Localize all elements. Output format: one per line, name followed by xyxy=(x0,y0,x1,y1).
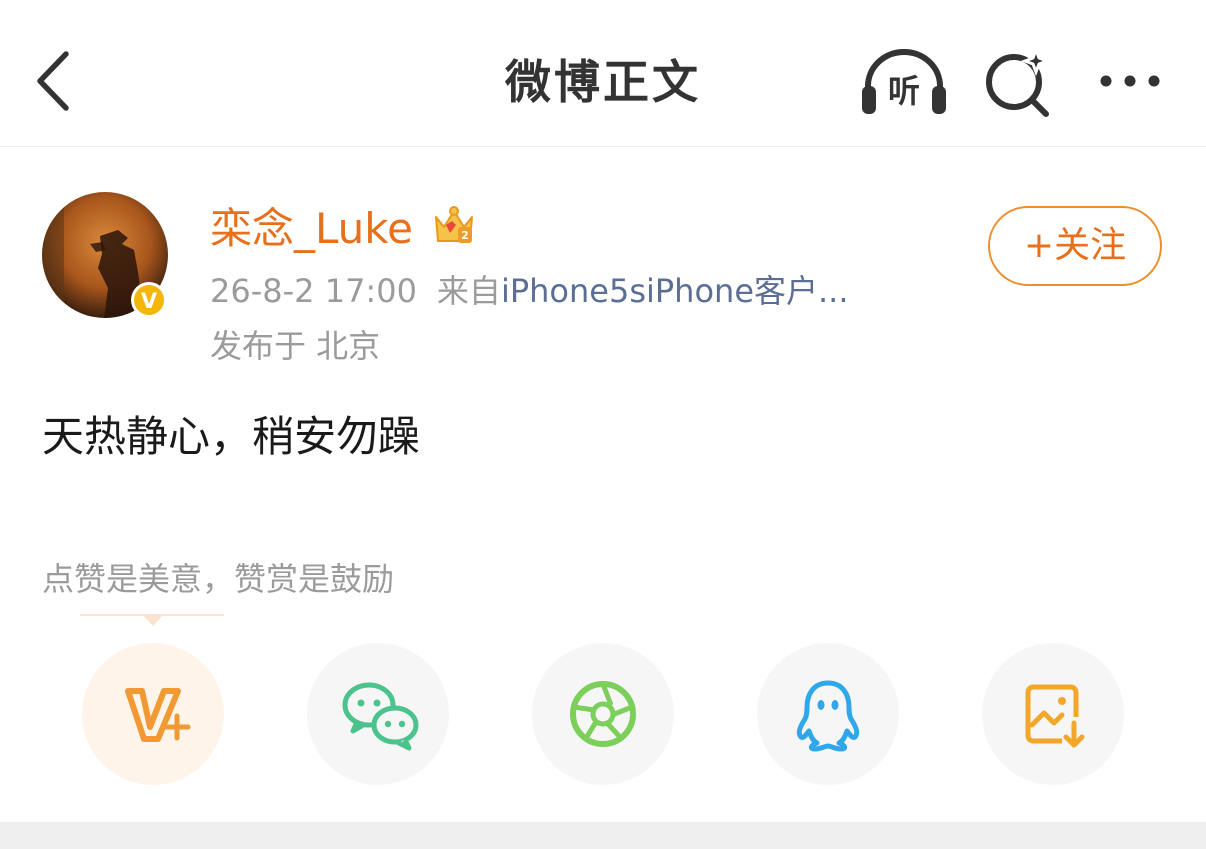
source-prefix: 来自 xyxy=(436,272,501,310)
post-meta: 26-8-2 17:00 来自iPhone5siPhone客户... xyxy=(210,270,849,312)
share-qq-button[interactable] xyxy=(757,643,899,785)
moments-icon xyxy=(570,681,636,747)
post-location: 发布于 北京 xyxy=(210,327,381,365)
search-button[interactable] xyxy=(980,45,1056,118)
svg-text:2: 2 xyxy=(461,229,469,242)
reward-v-plus-icon xyxy=(125,688,191,742)
verified-mark: V xyxy=(141,289,158,313)
author-name[interactable]: 栾念_Luke xyxy=(210,203,413,255)
listen-button[interactable]: 听 xyxy=(858,46,950,118)
top-nav-bar: 微博正文 听 xyxy=(0,0,1206,147)
weibo-post-page: 微博正文 听 V 栾念_Luke 2 26-8-2 17:00 来自iPhone… xyxy=(0,0,1206,849)
more-dots-icon xyxy=(1100,75,1160,87)
more-button[interactable] xyxy=(1090,60,1170,104)
share-moments-button[interactable] xyxy=(532,643,674,785)
share-wechat-button[interactable] xyxy=(307,643,449,785)
crown-icon: 2 xyxy=(435,206,473,243)
search-sparkle-icon xyxy=(986,45,1052,117)
listen-label: 听 xyxy=(888,72,920,110)
member-crown-badge[interactable]: 2 xyxy=(430,203,478,249)
follow-button[interactable]: +关注 xyxy=(988,206,1162,286)
source-link[interactable]: iPhone5siPhone客户... xyxy=(501,272,849,310)
wechat-icon xyxy=(342,682,419,751)
verified-v-icon: V xyxy=(131,282,167,318)
reward-button[interactable] xyxy=(82,643,224,785)
tooltip-pointer xyxy=(142,614,164,626)
post-timestamp: 26-8-2 17:00 xyxy=(210,272,417,310)
reward-caption: 点赞是美意，赞赏是鼓励 xyxy=(42,560,395,598)
save-image-button[interactable] xyxy=(982,643,1124,785)
post-text: 天热静心，稍安勿躁 xyxy=(42,412,421,461)
qq-icon xyxy=(796,680,860,752)
verified-badge: V xyxy=(130,281,168,319)
footer-separator xyxy=(0,822,1206,849)
headphones-icon: 听 xyxy=(862,49,946,114)
save-image-icon xyxy=(1025,684,1085,748)
